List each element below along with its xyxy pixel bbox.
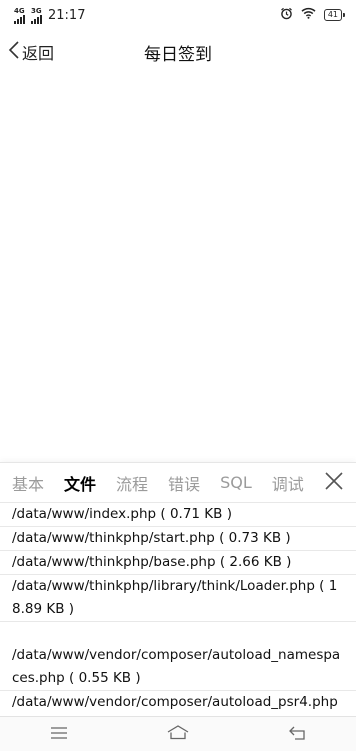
tab-errors[interactable]: 错误	[168, 471, 200, 495]
list-item: /data/www/thinkphp/library/think/Loader.…	[0, 575, 356, 622]
close-icon[interactable]	[322, 469, 346, 493]
signal-4g-icon: 4G	[14, 7, 25, 24]
menu-button[interactable]	[29, 717, 89, 751]
status-right: 41	[280, 7, 346, 24]
home-button[interactable]	[148, 717, 208, 751]
tab-basic[interactable]: 基本	[12, 471, 44, 495]
return-icon	[288, 725, 306, 744]
tab-files[interactable]: 文件	[64, 471, 96, 495]
list-item: /data/www/vendor/composer/autoload_psr4.…	[12, 694, 338, 709]
status-left: 4G 3G 21:17	[14, 7, 85, 24]
tab-debug[interactable]: 调试	[272, 471, 304, 495]
battery-icon: 41	[323, 9, 346, 21]
list-item: /data/www/thinkphp/start.php ( 0.73 KB )	[0, 527, 356, 551]
home-icon	[166, 724, 190, 744]
chevron-left-icon	[8, 40, 20, 64]
debug-tabs: 基本 文件 流程 错误 SQL 调试	[0, 463, 356, 503]
tab-sql[interactable]: SQL	[220, 473, 252, 492]
debug-panel: 基本 文件 流程 错误 SQL 调试 /data/www/index.php (…	[0, 462, 356, 717]
network-type-label: 4G	[14, 6, 25, 15]
list-item: /data/www/thinkphp/base.php ( 2.66 KB )	[0, 551, 356, 575]
back-nav-button[interactable]	[267, 717, 327, 751]
system-nav-bar	[0, 716, 356, 751]
list-item: /data/www/vendor/composer/autoload_names…	[0, 622, 356, 691]
page-content	[0, 74, 356, 462]
tab-flow[interactable]: 流程	[116, 471, 148, 495]
network-type-label: 3G	[31, 6, 42, 15]
menu-icon	[50, 725, 68, 744]
status-bar: 4G 3G 21:17 41	[0, 0, 356, 30]
status-time: 21:17	[48, 7, 86, 23]
back-button[interactable]: 返回	[8, 30, 54, 74]
signal-3g-icon: 3G	[31, 7, 42, 24]
file-list: /data/www/index.php ( 0.71 KB ) /data/ww…	[0, 503, 356, 709]
wifi-icon	[301, 7, 316, 23]
nav-bar: 返回 每日签到	[0, 30, 356, 74]
list-item: /data/www/index.php ( 0.71 KB )	[0, 503, 356, 527]
alarm-icon	[280, 7, 293, 24]
back-label: 返回	[22, 44, 55, 63]
